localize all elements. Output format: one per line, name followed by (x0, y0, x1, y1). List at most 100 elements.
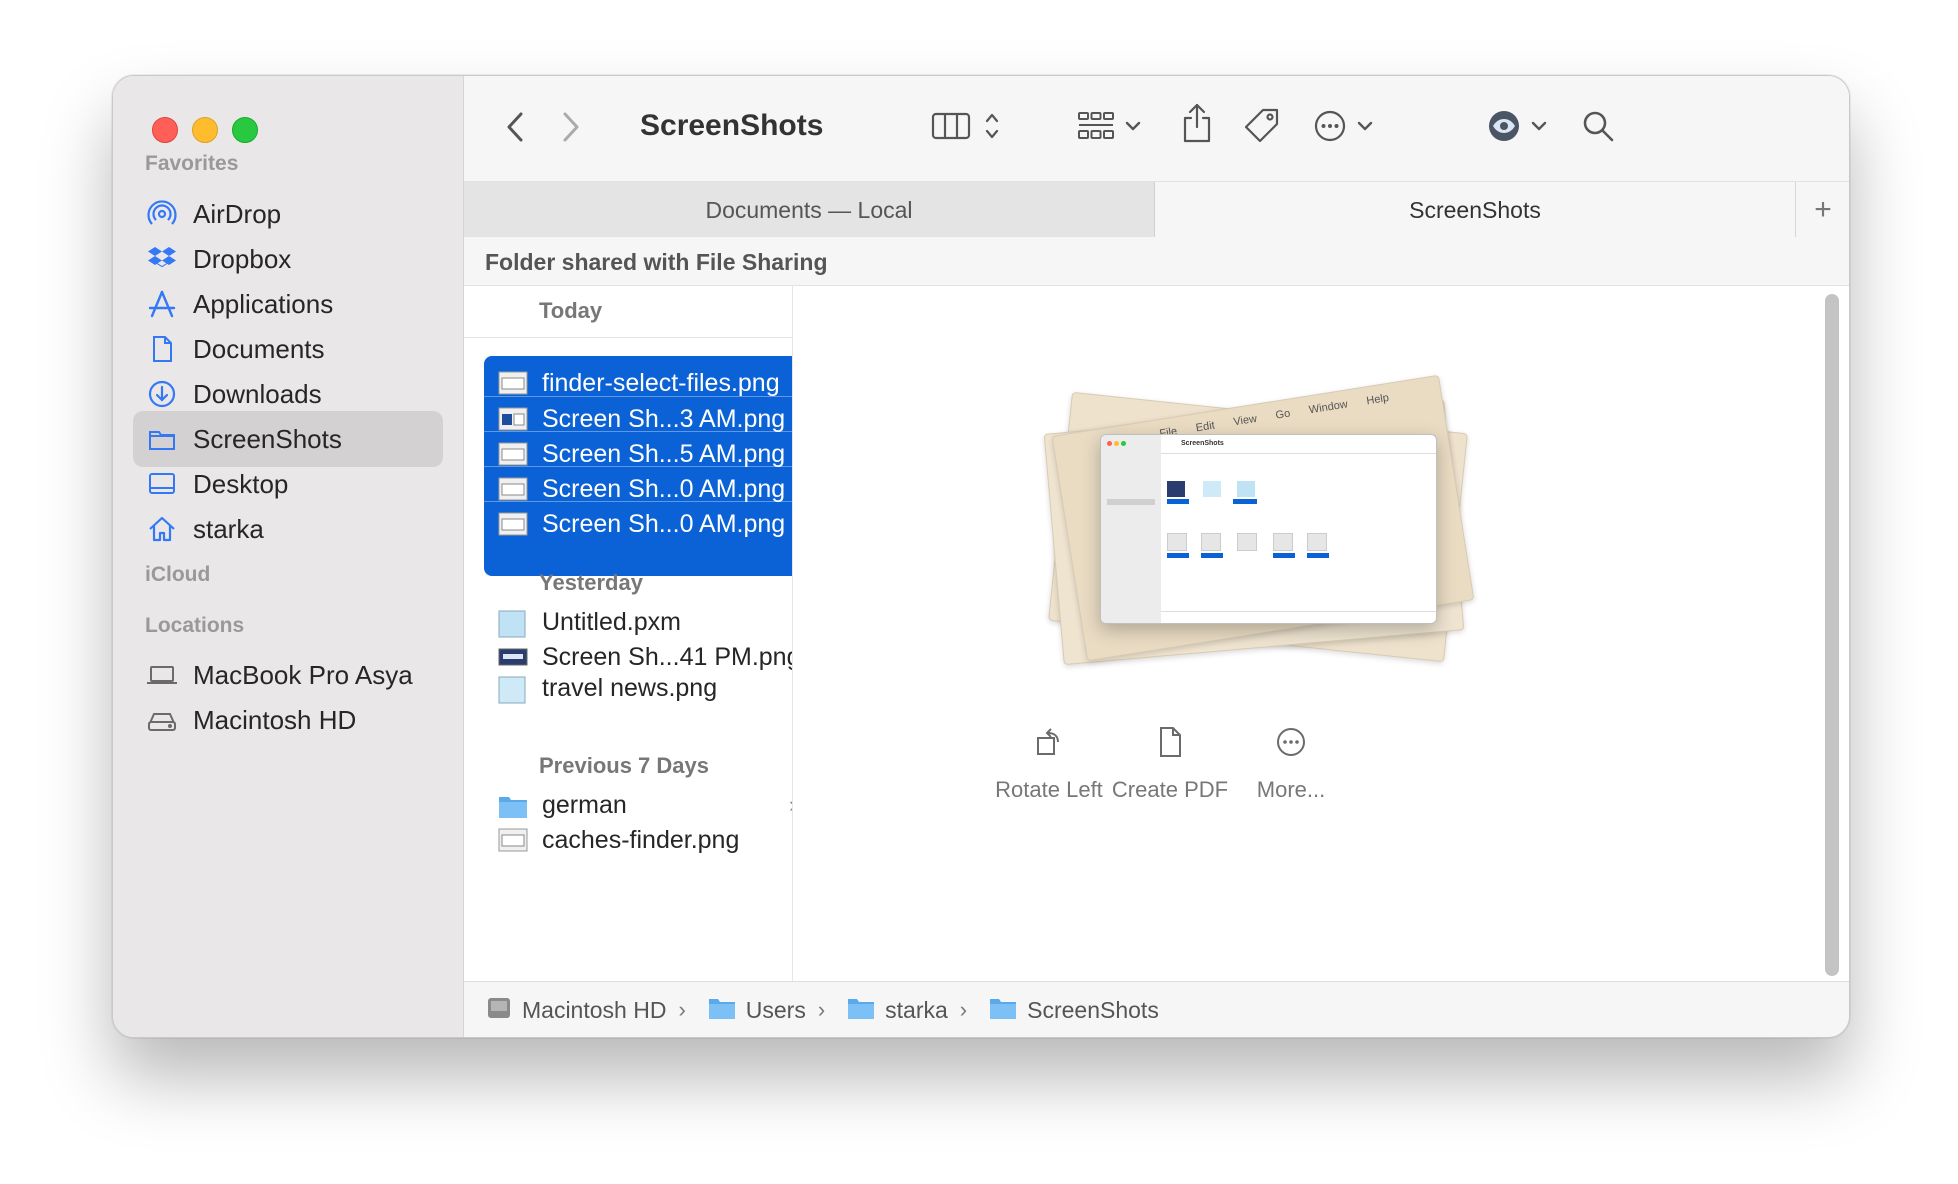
more-actions-button[interactable] (1308, 104, 1378, 152)
file-name: caches-finder.png (542, 825, 740, 854)
image-file-icon (498, 676, 528, 704)
grid-group-icon (1077, 110, 1115, 147)
path-crumb-label: ScreenShots (1027, 996, 1159, 1023)
shared-folder-banner: Folder shared with File Sharing (464, 237, 1849, 286)
image-file-icon (498, 512, 528, 536)
sidebar-item-label: starka (193, 513, 264, 544)
rotate-left-label: Rotate Left (995, 777, 1103, 802)
applications-icon (145, 287, 179, 321)
folder-icon (989, 996, 1017, 1025)
ellipsis-circle-icon (1275, 726, 1307, 763)
share-icon (1181, 102, 1213, 149)
file-name: german (542, 790, 627, 819)
mini-title: ScreenShots (1181, 440, 1224, 447)
shared-folder-label: Folder shared with File Sharing (485, 249, 828, 275)
path-crumb-screenshots[interactable]: ScreenShots (989, 996, 1159, 1025)
rotate-left-icon (1034, 726, 1064, 763)
chevron-down-icon (1125, 119, 1141, 137)
path-separator: › (678, 997, 686, 1022)
group-button[interactable] (1069, 106, 1149, 150)
sidebar-item-label: Macintosh HD (193, 704, 357, 735)
chevron-down-icon (1357, 119, 1373, 137)
sidebar-section-locations: Locations (145, 614, 245, 637)
drive-icon (486, 995, 512, 1026)
path-separator: › (959, 997, 968, 1022)
more-preview-actions-button[interactable]: More... (1216, 726, 1366, 803)
image-file-icon (498, 371, 528, 395)
chevron-left-icon (505, 111, 525, 148)
document-icon (145, 332, 179, 366)
path-separator: › (817, 997, 826, 1022)
file-row[interactable]: caches-finder.png (484, 818, 792, 862)
sidebar-item-label: AirDrop (193, 198, 282, 229)
preview-pane: File Edit View Go Window Help ScreenShot… (793, 286, 1849, 981)
file-name: Screen Sh...0 AM.png (542, 509, 786, 538)
finder-window: Favorites AirDrop Dropbox Applications D… (112, 75, 1850, 1038)
sidebar: Favorites AirDrop Dropbox Applications D… (113, 76, 464, 1037)
desktop-icon (145, 467, 179, 501)
back-button[interactable] (500, 109, 530, 149)
create-pdf-icon (1155, 726, 1185, 763)
path-crumb-starka[interactable]: starka › (847, 996, 967, 1025)
image-file-icon (498, 477, 528, 501)
drive-icon (145, 703, 179, 737)
sidebar-item-label: Downloads (193, 378, 322, 409)
folder-icon (145, 422, 179, 456)
tab-documents-local[interactable]: Documents — Local (464, 182, 1155, 238)
preview-scrollbar[interactable] (1825, 294, 1839, 976)
file-row[interactable]: travel news.png (484, 666, 792, 710)
tag-icon (1242, 106, 1282, 151)
search-icon (1581, 109, 1615, 148)
tag-button[interactable] (1240, 104, 1284, 152)
sidebar-item-starka[interactable]: starka (133, 501, 443, 557)
file-list-column: Today finder-select-files.png Screen Sh.… (464, 286, 793, 981)
tab-bar: Documents — Local ScreenShots + (464, 181, 1849, 239)
sidebar-item-macintosh-hd[interactable]: Macintosh HD (133, 692, 443, 748)
share-button[interactable] (1177, 100, 1217, 150)
view-mode-button[interactable] (920, 106, 1010, 150)
path-crumb-macintosh-hd[interactable]: Macintosh HD › (486, 995, 686, 1026)
sidebar-item-label: ScreenShots (193, 423, 342, 454)
file-row[interactable]: Screen Sh...0 AM.png (484, 501, 792, 546)
file-name: Untitled.pxm (542, 607, 681, 636)
chevron-down-icon (1531, 119, 1547, 137)
path-bar: Macintosh HD › Users › starka › ScreenSh… (464, 981, 1849, 1037)
sidebar-section-icloud: iCloud (145, 563, 211, 586)
search-button[interactable] (1576, 104, 1620, 152)
file-name: Screen Sh...5 AM.png (542, 439, 786, 468)
new-tab-button[interactable]: + (1795, 182, 1849, 238)
file-name: Screen Sh...3 AM.png (542, 404, 786, 433)
sidebar-item-label: Dropbox (193, 243, 292, 274)
folder-icon (847, 996, 875, 1025)
file-name: travel news.png (542, 673, 718, 702)
group-header-yesterday: Yesterday (539, 570, 643, 595)
mini-finder-thumbnail: ScreenShots (1100, 434, 1437, 624)
mini-menu-bar: File Edit View Go Window Help (1158, 391, 1390, 441)
sidebar-item-label: Applications (193, 288, 334, 319)
more-label: More... (1256, 777, 1326, 802)
close-window-button[interactable] (152, 117, 178, 143)
window-title: ScreenShots (640, 109, 824, 142)
toolbar: ScreenShots (464, 76, 1849, 181)
zoom-window-button[interactable] (232, 117, 258, 143)
group-header-today: Today (539, 298, 603, 323)
chevron-right-icon (561, 111, 581, 148)
home-icon (145, 512, 179, 546)
tab-screenshots[interactable]: ScreenShots (1155, 182, 1795, 238)
image-file-icon (498, 442, 528, 466)
sidebar-section-favorites: Favorites (145, 152, 239, 175)
group-divider (464, 337, 792, 338)
folder-icon (708, 996, 736, 1025)
eye-icon (1487, 109, 1521, 148)
airdrop-icon (145, 197, 179, 231)
preview-options-button[interactable] (1482, 104, 1552, 152)
forward-button[interactable] (556, 109, 586, 149)
path-crumb-users[interactable]: Users › (708, 996, 825, 1025)
image-file-icon (498, 828, 528, 852)
file-name: Screen Sh...0 AM.png (542, 474, 786, 503)
minimize-window-button[interactable] (192, 117, 218, 143)
create-pdf-label: Create PDF (1111, 777, 1229, 802)
columns-view-icon (931, 111, 971, 146)
up-down-chevron-icon (985, 111, 999, 146)
sidebar-item-label: Desktop (193, 468, 289, 499)
